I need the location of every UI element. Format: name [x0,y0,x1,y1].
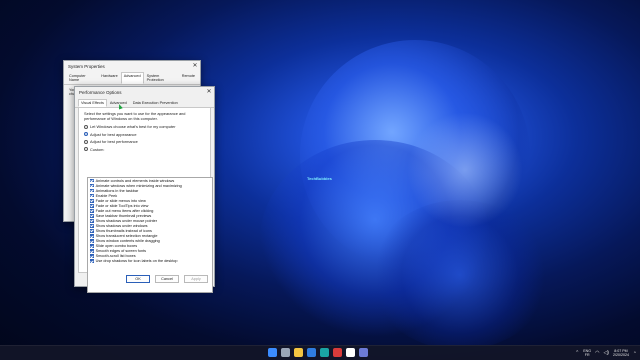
effect-label: Smooth edges of screen fonts [95,249,147,254]
dialog-title: Performance Options [79,89,122,95]
wallpaper-bloom [260,140,490,340]
sysprops-tab-remote[interactable]: Remote [179,72,198,84]
checkbox-checked-icon[interactable] [90,224,94,228]
effect-label: Fade or slide menus into view [95,198,146,203]
radio-button-icon[interactable] [84,147,88,152]
cancel-button[interactable]: Cancel [155,275,179,283]
sysprops-tab-hardware[interactable]: Hardware [98,72,120,84]
radio-label: Custom: [90,146,105,152]
checkbox-checked-icon[interactable] [90,219,94,223]
checkbox-checked-icon[interactable] [90,214,94,218]
effect-label: Show window contents while dragging [95,239,160,244]
radio-label: Let Windows choose what's best for my co… [90,124,176,130]
checkbox-checked-icon[interactable] [90,254,94,259]
chevron-up-icon[interactable]: ⌃ [575,347,579,359]
app-icon[interactable] [333,348,342,357]
checkbox-checked-icon[interactable] [90,234,94,238]
radio-option[interactable]: Let Windows choose what's best for my co… [79,123,210,131]
clock[interactable]: 8:07 PM 2/20/2024 [613,349,629,358]
radio-button-icon[interactable] [84,132,88,137]
system-tray: ⌃ ENG FR ◠ ◁) 8:07 PM 2/20/2024 ◔ [575,347,636,359]
taskbar-apps [268,348,368,357]
radio-option[interactable]: Custom: [79,146,210,154]
effect-label: Smooth-scroll list boxes [95,254,136,259]
app-icon[interactable] [346,348,355,357]
effect-label: Animate windows when minimizing and maxi… [95,183,182,188]
close-icon[interactable]: ✕ [204,87,214,97]
ok-button[interactable]: OK [126,275,150,283]
radio-label: Adjust for best appearance [90,131,137,137]
volume-icon[interactable]: ◁) [603,347,609,359]
search-icon[interactable] [281,348,290,357]
notification-bell-icon[interactable]: ◔ [633,347,636,359]
checkbox-checked-icon[interactable] [90,249,94,253]
checkbox-checked-icon[interactable] [90,203,94,208]
effect-label: Slide open combo boxes [95,244,138,249]
description-text: Select the settings you want to use for … [84,111,186,121]
effect-label: Enable Peek [95,193,118,198]
effect-list-item[interactable]: Use drop shadows for icon labels on the … [88,259,212,264]
language-indicator[interactable]: ENG FR [583,349,591,358]
close-icon[interactable]: ✕ [190,61,200,71]
effect-label: Fade or slide ToolTips into view [95,203,149,208]
perf-tab-data-execution-prevention[interactable]: Data Execution Prevention [130,99,181,107]
effect-label: Show translucent selection rectangle [95,234,158,239]
effect-label: Fade out menu items after clicking [95,208,154,213]
radio-group: Let Windows choose what's best for my co… [79,123,210,153]
browser-icon[interactable] [307,348,316,357]
edge-icon[interactable] [320,348,329,357]
effect-label: Use drop shadows for icon labels on the … [95,259,178,264]
tab-strip: Visual Effects Advanced Data Execution Pre… [75,97,214,108]
apply-button[interactable]: Apply [184,275,208,283]
checkbox-checked-icon[interactable] [90,229,94,233]
visual-effects-panel: Select the settings you want to use for … [78,108,213,293]
checkbox-checked-icon[interactable] [90,209,94,213]
performance-options-dialog[interactable]: Performance Options ✕ Visual Effects Adva… [74,86,215,293]
app-icon[interactable] [359,348,368,357]
effect-label: Animations in the taskbar [95,188,139,193]
radio-button-icon[interactable] [84,124,88,129]
effect-label: Animate controls and elements inside win… [95,178,175,183]
checkbox-checked-icon[interactable] [90,178,94,183]
sysprops-tab-advanced[interactable]: Advanced [120,72,144,84]
wallpaper-highlight [400,110,530,230]
perf-tab-visual-effects[interactable]: Visual Effects [78,99,107,107]
start-icon[interactable] [268,348,277,357]
window-title: System Properties [68,63,105,69]
checkbox-checked-icon[interactable] [90,259,94,264]
wifi-icon[interactable]: ◠ [595,347,599,359]
tab-strip: Computer Name Hardware Advanced System Prot… [64,71,200,85]
radio-button-icon[interactable] [84,139,88,144]
effect-label: Show shadows under mouse pointer [95,218,158,223]
radio-label: Adjust for best performance [90,139,138,145]
checkbox-checked-icon[interactable] [90,198,94,203]
checkbox-checked-icon[interactable] [90,188,94,193]
effect-label: Show shadows under windows [95,223,148,228]
button-row: OK Cancel Apply [75,275,214,283]
checkbox-checked-icon[interactable] [90,183,94,188]
checkbox-checked-icon[interactable] [90,239,94,243]
taskbar: ⌃ ENG FR ◠ ◁) 8:07 PM 2/20/2024 ◔ [0,345,640,360]
sysprops-tab-system-protection[interactable]: System Protection [144,72,179,84]
wallpaper-bloom [370,200,550,350]
file-explorer-icon[interactable] [294,348,303,357]
checkbox-checked-icon[interactable] [90,193,94,198]
checkbox-checked-icon[interactable] [90,244,94,248]
watermark-text: TechBubbles [307,176,332,181]
sysprops-tab-computer-name[interactable]: Computer Name [66,72,98,84]
effect-label: Show thumbnails instead of icons [95,228,152,233]
radio-option[interactable]: Adjust for best appearance [79,131,210,139]
effect-label: Save taskbar thumbnail previews [95,213,152,218]
wallpaper-bloom [300,40,530,270]
radio-option[interactable]: Adjust for best performance [79,138,210,146]
